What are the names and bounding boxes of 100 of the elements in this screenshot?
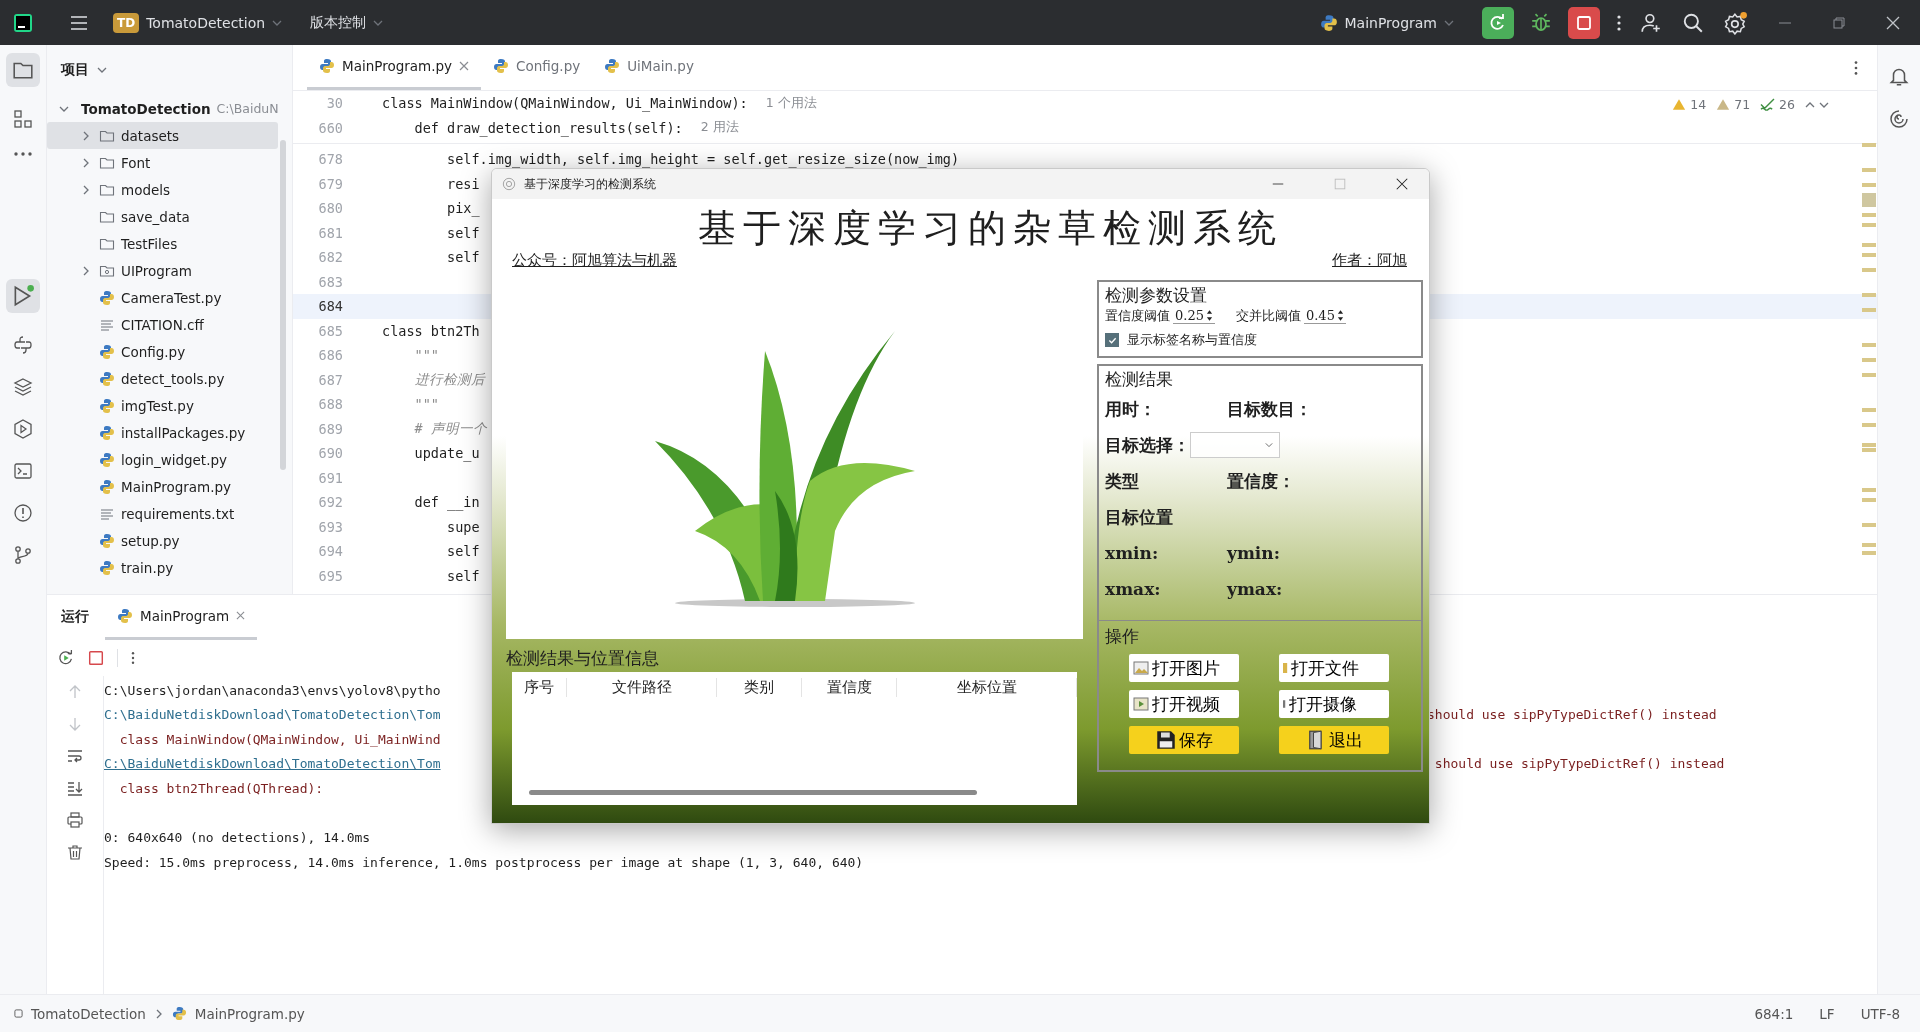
tree-item[interactable]: TomatoDetection C:\BaiduN <box>47 95 278 122</box>
more-icon[interactable] <box>130 649 136 666</box>
stop-icon[interactable] <box>87 648 105 667</box>
stop-button[interactable] <box>1568 6 1600 39</box>
tree-item[interactable]: CITATION.cff <box>47 311 278 338</box>
tree-item[interactable]: MainProgram.py <box>47 473 278 500</box>
breadcrumb[interactable]: TomatoDetection <box>31 1005 146 1022</box>
action-button[interactable]: 打开文件 <box>1279 654 1389 682</box>
run-tool-button[interactable] <box>6 279 40 313</box>
group-title: 检测参数设置 <box>1105 284 1208 307</box>
layers-icon[interactable] <box>13 377 33 397</box>
more-icon[interactable] <box>13 151 33 157</box>
git-branch-icon[interactable] <box>13 545 33 565</box>
line-ending[interactable]: LF <box>1819 1005 1835 1022</box>
restore-icon[interactable] <box>1831 14 1847 31</box>
line-number: 684 <box>317 298 344 315</box>
app-logo-icon[interactable] <box>13 12 33 33</box>
tree-item[interactable]: setup.py <box>47 527 278 554</box>
project-tool-button[interactable] <box>6 53 40 87</box>
python-console-icon[interactable] <box>13 335 33 355</box>
bug-icon[interactable] <box>1530 11 1552 34</box>
python-file-icon <box>1319 13 1338 32</box>
caret-position[interactable]: 684:1 <box>1754 1005 1794 1022</box>
spin-box[interactable]: 0.45 <box>1303 308 1346 324</box>
close-icon[interactable] <box>1395 177 1409 191</box>
trash-icon[interactable] <box>67 843 83 860</box>
warning-icon <box>1716 98 1731 111</box>
column-header[interactable]: 序号 <box>512 677 567 697</box>
video-icon <box>1133 697 1149 711</box>
terminal-icon[interactable] <box>13 461 33 481</box>
tree-item[interactable]: requirements.txt <box>47 500 278 527</box>
code-line: self <box>446 567 480 584</box>
structure-icon[interactable] <box>13 109 33 129</box>
tree-item[interactable]: CameraTest.py <box>47 284 278 311</box>
scrollbar[interactable] <box>529 790 977 795</box>
column-header[interactable]: 类别 <box>717 677 802 697</box>
rerun-button[interactable] <box>1482 6 1514 39</box>
usage-hint[interactable]: 2 用法 <box>700 119 739 137</box>
tree-item[interactable]: TestFiles <box>47 230 278 257</box>
chevron-right-icon[interactable] <box>81 157 91 168</box>
project-dropdown[interactable]: TD TomatoDetection <box>105 8 291 37</box>
app-icon <box>502 177 516 191</box>
chevron-right-icon[interactable] <box>81 184 91 195</box>
run-tab[interactable]: MainProgram <box>105 594 258 640</box>
inspection-widget[interactable]: 14 71 26 <box>1672 97 1829 112</box>
action-button[interactable]: 退出 <box>1279 726 1389 754</box>
console-line: class MainWindow(QMainWindow, Ui_MainWind <box>118 731 441 747</box>
folder-path: C:\BaiduN <box>216 101 279 116</box>
tree-item[interactable]: save_data <box>47 203 278 230</box>
tree-item[interactable]: datasets <box>47 122 278 149</box>
action-button[interactable]: 打开视频 <box>1129 690 1239 718</box>
spin-arrows-icon[interactable] <box>1205 309 1213 322</box>
scrollbar[interactable] <box>280 140 286 470</box>
editor-tab[interactable]: Config.py <box>481 45 593 90</box>
editor-tab[interactable]: MainProgram.py <box>307 45 482 90</box>
action-button[interactable]: 打开图片 <box>1129 654 1239 682</box>
tree-item[interactable]: train.py <box>47 554 278 581</box>
tree-item[interactable]: login_widget.py <box>47 446 278 473</box>
file-encoding[interactable]: UTF-8 <box>1860 1005 1900 1022</box>
checkbox[interactable] <box>1105 333 1119 347</box>
field-label: 置信度： <box>1227 469 1296 493</box>
spin-arrows-icon[interactable] <box>1336 309 1344 322</box>
more-icon[interactable] <box>1853 58 1859 77</box>
tree-item[interactable]: detect_tools.py <box>47 365 278 392</box>
field-label: 目标位置 <box>1105 505 1174 529</box>
chevron-down-icon[interactable] <box>97 65 107 75</box>
tree-item[interactable]: installPackages.py <box>47 419 278 446</box>
breadcrumb[interactable]: MainProgram.py <box>194 1005 305 1022</box>
file-link[interactable]: C:\BaiduNetdiskDownload\TomatoDetection\Tom <box>104 756 441 772</box>
problems-icon[interactable] <box>13 503 33 523</box>
action-button[interactable]: 打开摄像 <box>1279 690 1389 718</box>
add-user-icon[interactable] <box>1640 11 1662 34</box>
usage-hint[interactable]: 1 个用法 <box>765 94 817 112</box>
line-number: 30 <box>325 95 344 112</box>
column-header[interactable]: 置信度 <box>802 677 897 697</box>
settings-icon[interactable] <box>1724 10 1748 35</box>
tree-item[interactable]: models <box>47 176 278 203</box>
soft-wrap-icon[interactable] <box>67 747 83 764</box>
column-header[interactable]: 文件路径 <box>567 677 717 697</box>
print-icon[interactable] <box>67 811 83 828</box>
services-icon[interactable] <box>13 419 33 439</box>
project-view-dropdown[interactable]: 项目 <box>61 61 107 79</box>
column-header[interactable]: 坐标位置 <box>897 677 1077 697</box>
action-button[interactable]: 保存 <box>1129 726 1239 754</box>
chevron-right-icon[interactable] <box>81 130 91 141</box>
vcs-dropdown[interactable]: 版本控制 <box>302 9 392 36</box>
run-config-dropdown[interactable]: MainProgram <box>1311 9 1462 36</box>
tree-item[interactable]: Font <box>47 149 278 176</box>
spiral-icon[interactable] <box>1889 109 1909 129</box>
console-line: 0: 640x640 (no detections), 14.0ms <box>104 830 371 846</box>
line-number: 687 <box>317 371 344 388</box>
rerun-icon[interactable] <box>57 648 75 667</box>
tree-item[interactable]: UIProgram <box>47 257 278 284</box>
tree-item[interactable]: imgTest.py <box>47 392 278 419</box>
spin-box[interactable]: 0.25 <box>1173 308 1215 324</box>
tree-item[interactable]: Config.py <box>47 338 278 365</box>
scroll-to-end-icon[interactable] <box>67 779 83 796</box>
search-icon[interactable] <box>1682 11 1704 34</box>
chevron-right-icon[interactable] <box>81 265 91 276</box>
editor-tab[interactable]: UiMain.py <box>592 45 706 90</box>
